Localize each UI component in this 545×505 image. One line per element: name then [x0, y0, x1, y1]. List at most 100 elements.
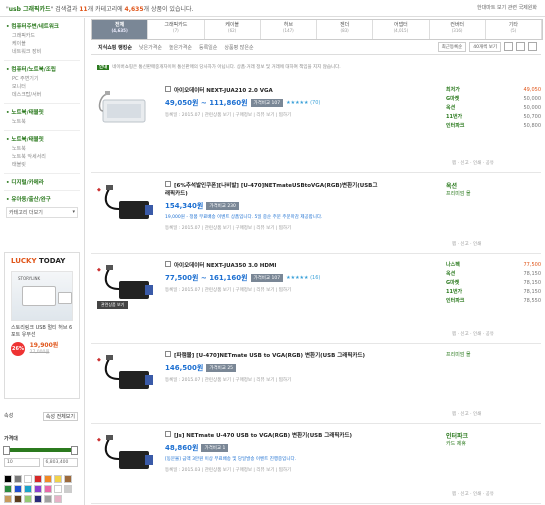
- compare-checkbox[interactable]: [165, 351, 171, 357]
- category-item[interactable]: 데스크탑/서버: [12, 91, 84, 99]
- product-thumbnail[interactable]: ◆: [95, 179, 159, 235]
- related-products-ribbon[interactable]: 관련상품 보기: [97, 301, 129, 309]
- mall-price-row[interactable]: 인터파크 78,550: [446, 297, 541, 306]
- mall-price-row[interactable]: 나스펙 77,500: [446, 261, 541, 270]
- category-tab[interactable]: 어댑터 (4,015): [373, 20, 430, 39]
- product-title-text[interactable]: [6%추석발인쿠폰][나비발] [U-470]NETmateUSBtoVGA(R…: [165, 183, 377, 197]
- price-slider-max-handle[interactable]: [71, 446, 79, 455]
- product-actions[interactable]: 찜 · 신고 · 인쇄: [452, 411, 481, 417]
- view-options[interactable]: 한대마트 보기 관련 국제원화: [477, 4, 537, 11]
- color-swatch[interactable]: [64, 475, 72, 483]
- product-actions[interactable]: 찜 · 신고 · 인쇄: [452, 241, 481, 247]
- filter-tab-attr[interactable]: 속성: [4, 412, 13, 421]
- sort-option[interactable]: 등록일순: [199, 44, 217, 51]
- color-swatch[interactable]: [64, 485, 72, 493]
- color-swatch[interactable]: [54, 475, 62, 483]
- product-title[interactable]: [Js] NETmate U-470 USB to VGA(RGB) 변환기(U…: [165, 431, 380, 440]
- category-tab[interactable]: 젠더 (83): [317, 20, 374, 39]
- price-slider-min-handle[interactable]: [3, 446, 11, 455]
- category-tab[interactable]: 컨버터 (316): [430, 20, 486, 39]
- category-group-title[interactable]: • 노트북/태블릿: [6, 135, 84, 143]
- category-item[interactable]: 케이블: [12, 40, 84, 48]
- category-item[interactable]: 그래픽카드: [12, 32, 84, 40]
- compare-checkbox[interactable]: [165, 86, 171, 92]
- shop-name[interactable]: 옥션: [446, 181, 541, 190]
- color-swatch[interactable]: [54, 495, 62, 503]
- color-swatch[interactable]: [34, 475, 42, 483]
- category-group-title[interactable]: • 컴퓨터/노트북/조립: [6, 65, 84, 73]
- category-item[interactable]: 노트북: [12, 145, 84, 153]
- price-min-input[interactable]: 10: [4, 458, 40, 467]
- sort-option[interactable]: 지식쇼핑 랭킹순: [98, 44, 132, 51]
- category-tab[interactable]: 케이블 (62): [205, 20, 261, 39]
- category-group-title[interactable]: • 컴퓨터주변/네트워크: [6, 22, 84, 30]
- filter-tab-all[interactable]: 속성 전체보기: [42, 412, 78, 421]
- color-swatch[interactable]: [44, 485, 52, 493]
- mall-price-row[interactable]: G마켓 50,000: [446, 95, 541, 104]
- lucky-today-ad[interactable]: LUCKY TODAY STORYLINK 스토리링크 USB 멀티 허브 6포…: [4, 252, 80, 399]
- category-tab[interactable]: 기타 (5): [486, 20, 542, 39]
- lucky-product-image[interactable]: STORYLINK: [11, 271, 73, 321]
- category-tab[interactable]: 그래픽카드 (7): [148, 20, 205, 39]
- page-size-dropdown[interactable]: 40개씩 보기: [469, 42, 501, 52]
- category-item[interactable]: 노트북 악세서리: [12, 153, 84, 161]
- category-item[interactable]: 모니터: [12, 83, 84, 91]
- mall-price-row[interactable]: 옥션 78,150: [446, 270, 541, 279]
- product-thumbnail[interactable]: ◆: [95, 349, 159, 405]
- lucky-product-name[interactable]: 스토리링크 USB 멀티 허브 6포트 유무선: [11, 325, 73, 339]
- grid-view-icon[interactable]: [516, 42, 525, 51]
- product-title-text[interactable]: [파캠몰] [U-470]NETmate USB to VGA(RGB) 변환기…: [174, 353, 365, 359]
- product-spec[interactable]: [동문몰] 금액 3만원 이상 무료배송 및 당일발송 이벤트 진행중입니다.: [165, 456, 380, 463]
- product-title-text[interactable]: 아이오데이터 NEXT-JUA350 3.0 HDMI: [174, 263, 276, 269]
- image-view-icon[interactable]: [528, 42, 537, 51]
- product-actions[interactable]: 찜 · 신고 · 인쇄 · 공유: [452, 491, 494, 497]
- color-swatch[interactable]: [14, 475, 22, 483]
- category-tab[interactable]: 허브 (147): [261, 20, 317, 39]
- shop-name[interactable]: 인터파크: [446, 431, 541, 440]
- product-spec[interactable]: 19,000원 - 정품 무료배송 이벤트 상품입니다. 5일 중순 주문 주문…: [165, 214, 380, 221]
- compare-checkbox[interactable]: [165, 181, 171, 187]
- product-actions[interactable]: 찜 · 신고 · 인쇄 · 공유: [452, 160, 494, 166]
- color-swatch[interactable]: [34, 485, 42, 493]
- product-actions[interactable]: 찜 · 신고 · 인쇄 · 공유: [452, 331, 494, 337]
- color-swatch[interactable]: [44, 495, 52, 503]
- color-swatch[interactable]: [54, 485, 62, 493]
- sort-option[interactable]: 낮은가격순: [139, 44, 162, 51]
- compare-checkbox[interactable]: [165, 431, 171, 437]
- color-swatch[interactable]: [4, 475, 12, 483]
- compare-checkbox[interactable]: [165, 261, 171, 267]
- color-swatch[interactable]: [4, 495, 12, 503]
- category-item[interactable]: 태블릿: [12, 161, 84, 169]
- category-item[interactable]: 네트워크 장비: [12, 48, 84, 56]
- product-title[interactable]: [6%추석발인쿠폰][나비발] [U-470]NETmateUSBtoVGA(R…: [165, 181, 380, 198]
- mall-price-row[interactable]: G마켓 78,150: [446, 279, 541, 288]
- product-thumbnail[interactable]: ◆: [95, 429, 159, 485]
- more-categories-button[interactable]: 카테고리 더보기 ▾: [6, 207, 78, 218]
- price-slider[interactable]: [3, 446, 79, 455]
- color-swatch[interactable]: [14, 485, 22, 493]
- color-swatch[interactable]: [24, 475, 32, 483]
- product-title[interactable]: 아이오데이터 NEXT-JUA350 3.0 HDMI: [165, 261, 380, 270]
- sort-dropdown[interactable]: 최근등록순: [437, 42, 467, 52]
- mall-price-row[interactable]: 11번가 78,150: [446, 288, 541, 297]
- category-group-title[interactable]: • 유아동/출산/완구: [6, 195, 84, 203]
- category-item[interactable]: PC 주변기기: [12, 75, 84, 83]
- price-compare-button[interactable]: 가격비교 230: [206, 202, 239, 210]
- product-title-text[interactable]: [Js] NETmate U-470 USB to VGA(RGB) 변환기(U…: [174, 433, 352, 439]
- price-compare-button[interactable]: 가격비교 107: [250, 274, 284, 282]
- price-compare-button[interactable]: 가격비교 107: [250, 99, 284, 107]
- price-compare-button[interactable]: 가격비교 1: [201, 444, 229, 452]
- color-swatch[interactable]: [4, 485, 12, 493]
- product-title-text[interactable]: 아이오데이터 NEXT-JUA210 2.0 VGA: [174, 88, 273, 94]
- product-thumbnail[interactable]: [95, 84, 159, 140]
- mall-price-row[interactable]: 11번가 50,700: [446, 113, 541, 122]
- color-swatch[interactable]: [34, 495, 42, 503]
- color-swatch[interactable]: [14, 495, 22, 503]
- category-item[interactable]: 노트북: [12, 118, 84, 126]
- category-tab[interactable]: 전체 (4,635): [92, 20, 149, 39]
- product-title[interactable]: 아이오데이터 NEXT-JUA210 2.0 VGA: [165, 86, 380, 95]
- list-view-icon[interactable]: [504, 42, 513, 51]
- mall-price-row[interactable]: 옥션 50,000: [446, 104, 541, 113]
- price-max-input[interactable]: 6,803,400: [42, 458, 78, 467]
- color-swatch[interactable]: [24, 485, 32, 493]
